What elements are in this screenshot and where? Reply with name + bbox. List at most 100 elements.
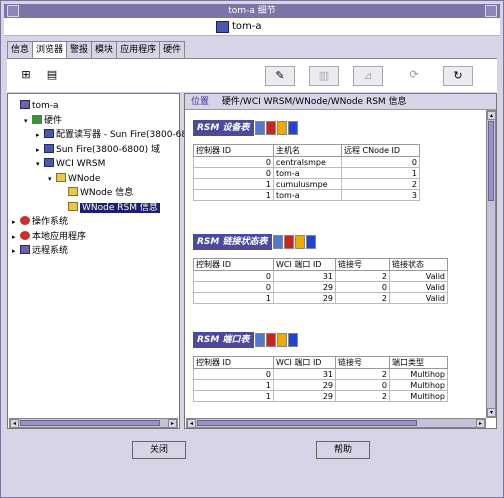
- reload-icon[interactable]: ↻: [443, 66, 473, 86]
- column-header[interactable]: 链接号: [335, 356, 390, 369]
- table-row[interactable]: 0 29 0 Valid: [193, 281, 448, 293]
- content-horizontal-scrollbar[interactable]: ◂ ▸: [186, 418, 486, 428]
- column-header[interactable]: 控制器 ID: [193, 144, 274, 157]
- critical-icon[interactable]: [265, 332, 276, 347]
- column-header[interactable]: WCI 端口 ID: [273, 258, 336, 271]
- table-cell: 1: [193, 390, 274, 402]
- tab-info[interactable]: 信息: [7, 41, 34, 58]
- folder-icon: [68, 201, 78, 211]
- tree-item[interactable]: WNode 信息: [60, 187, 133, 199]
- filter-icon[interactable]: [254, 120, 265, 135]
- tab-alarms[interactable]: 警报: [66, 41, 93, 58]
- tree-horizontal-scrollbar[interactable]: ◂ ▸: [9, 418, 178, 428]
- column-header[interactable]: WCI 端口 ID: [273, 356, 336, 369]
- hierarchy-view-icon[interactable]: ⊞: [13, 66, 39, 86]
- expander-icon[interactable]: ▸: [36, 144, 44, 156]
- location-bar: 位置 硬件/WCI WRSM/WNode/WNode RSM 信息: [185, 94, 496, 110]
- filter-icon[interactable]: [254, 332, 265, 347]
- tree-item[interactable]: WNode RSM 信息: [60, 201, 160, 214]
- warning-icon[interactable]: [276, 332, 287, 347]
- details-window: tom-a 细节 tom-a 信息 浏览器 警报 模块 应用程序 硬件 ⊞ ▤ …: [0, 0, 504, 498]
- content-scroll-thumb[interactable]: [488, 121, 494, 201]
- table-cell: 2: [335, 368, 390, 380]
- tree-item[interactable]: ▾ WCI WRSM: [36, 158, 105, 170]
- tab-hardware[interactable]: 硬件: [159, 41, 186, 58]
- warning-icon[interactable]: [294, 234, 305, 249]
- column-header[interactable]: 链接号: [335, 258, 390, 271]
- tree-item[interactable]: ▾ WNode: [48, 172, 100, 185]
- navigation-tree: tom-a ▾ 硬件 ▸ 配置读写器 - Sun Fire(3800-6800) ▸ Sun…: [7, 93, 202, 429]
- section-header: RSM 端口表: [193, 330, 298, 350]
- toolbar: ⊞ ▤ ✎ ▥ ⊿ ⟳ ↻: [7, 58, 497, 92]
- table-cell: 31: [273, 270, 336, 282]
- column-header[interactable]: 主机名: [273, 144, 342, 157]
- expander-icon[interactable]: ▸: [12, 216, 20, 228]
- tree-item[interactable]: ▸ 本地应用程序: [12, 230, 86, 243]
- tab-applications[interactable]: 应用程序: [116, 41, 161, 58]
- column-header[interactable]: 控制器 ID: [193, 356, 274, 369]
- critical-icon[interactable]: [283, 234, 294, 249]
- table-row[interactable]: 1 cumulusmpe 2: [193, 178, 420, 190]
- table-row[interactable]: 1 29 0 Multihop: [193, 379, 448, 391]
- table-cell: 2: [341, 178, 420, 190]
- section-title: RSM 设备表: [193, 119, 254, 136]
- column-header[interactable]: 远程 CNode ID: [341, 144, 420, 157]
- critical-icon[interactable]: [265, 120, 276, 135]
- table-row[interactable]: 1 29 2 Multihop: [193, 390, 448, 402]
- expander-icon[interactable]: ▾: [48, 173, 56, 185]
- button-bar: 关闭 帮助: [4, 431, 500, 481]
- warning-icon[interactable]: [276, 120, 287, 135]
- tab-modules[interactable]: 模块: [91, 41, 118, 58]
- table-row[interactable]: 0 centralsmpe 0: [193, 156, 420, 168]
- app-icon: [20, 230, 30, 240]
- tree-item[interactable]: ▸ Sun Fire(3800-6800) 域: [36, 143, 160, 156]
- scroll-left-icon[interactable]: ◂: [187, 419, 196, 428]
- info-icon[interactable]: [305, 234, 316, 249]
- data-table: 控制器 ID WCI 端口 ID 链接号 端口类型 0 31 2 Multihop 1 29 0 Mu…: [193, 356, 448, 402]
- tree-item[interactable]: ▸ 操作系统: [12, 216, 68, 228]
- content-vertical-scrollbar[interactable]: ▴ ▾: [486, 110, 496, 418]
- table-row[interactable]: 0 31 2 Multihop: [193, 368, 448, 380]
- column-header[interactable]: 端口类型: [389, 356, 448, 369]
- help-button[interactable]: 帮助: [316, 441, 370, 459]
- content-scroll-thumb[interactable]: [197, 420, 417, 426]
- expander-icon[interactable]: ▸: [12, 231, 20, 243]
- contents-view-icon[interactable]: ▤: [39, 66, 65, 86]
- column-header[interactable]: 链接状态: [389, 258, 448, 271]
- tab-browser[interactable]: 浏览器: [32, 41, 68, 58]
- expander-icon[interactable]: ▸: [36, 129, 44, 141]
- table-row[interactable]: 0 tom-a 1: [193, 167, 420, 179]
- table-row[interactable]: 0 31 2 Valid: [193, 270, 448, 282]
- table-row[interactable]: 1 tom-a 3: [193, 189, 420, 201]
- table-cell: Multihop: [389, 368, 448, 380]
- tree-item[interactable]: ▾ 硬件: [24, 114, 62, 127]
- scroll-down-icon[interactable]: ▾: [487, 408, 496, 417]
- chart-icon: ⊿: [353, 66, 383, 86]
- info-icon[interactable]: [287, 332, 298, 347]
- table-cell: 29: [273, 390, 336, 402]
- graph-icon: ▥: [309, 66, 339, 86]
- tree-item[interactable]: ▸ 远程系统: [12, 245, 68, 257]
- window-menu-button[interactable]: [7, 5, 19, 17]
- column-header[interactable]: 控制器 ID: [193, 258, 274, 271]
- scroll-left-icon[interactable]: ◂: [10, 419, 19, 428]
- expander-icon[interactable]: ▾: [24, 115, 32, 127]
- edit-icon[interactable]: ✎: [265, 66, 295, 86]
- scroll-right-icon[interactable]: ▸: [168, 419, 177, 428]
- scroll-up-icon[interactable]: ▴: [487, 111, 496, 120]
- filter-icon[interactable]: [272, 234, 283, 249]
- folder-icon: [56, 172, 66, 182]
- tree-item[interactable]: ▸ 配置读写器 - Sun Fire(3800-6800): [36, 129, 202, 141]
- tree-scroll-thumb[interactable]: [20, 420, 160, 426]
- table-cell: tom-a: [273, 167, 342, 179]
- tab-bar: 信息 浏览器 警报 模块 应用程序 硬件: [7, 41, 186, 58]
- table-row[interactable]: 1 29 2 Valid: [193, 292, 448, 304]
- expander-icon[interactable]: ▸: [12, 245, 20, 257]
- table-cell: cumulusmpe: [273, 178, 342, 190]
- info-icon[interactable]: [287, 120, 298, 135]
- tree-item[interactable]: tom-a: [12, 100, 59, 112]
- maximize-button[interactable]: [485, 5, 497, 17]
- expander-icon[interactable]: ▾: [36, 158, 44, 170]
- close-button[interactable]: 关闭: [132, 441, 186, 459]
- scroll-right-icon[interactable]: ▸: [476, 419, 485, 428]
